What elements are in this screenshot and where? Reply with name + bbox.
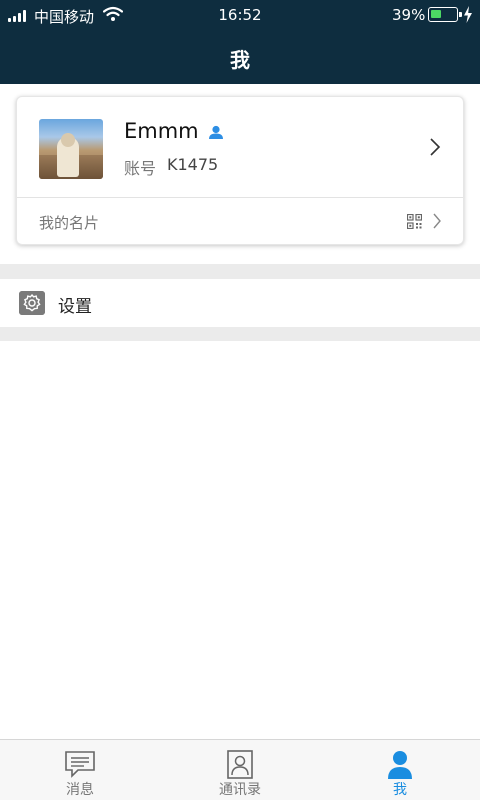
status-bar: 中国移动 16:52 39% (0, 0, 480, 32)
section-separator (0, 264, 480, 279)
tab-contacts-label: 通讯录 (219, 782, 261, 798)
top-bar: 中国移动 16:52 39% 我 (0, 0, 480, 84)
card-divider (17, 197, 463, 198)
tab-messages-label: 消息 (66, 782, 94, 798)
tab-messages[interactable]: 消息 (0, 740, 160, 800)
contacts-icon (227, 750, 253, 779)
qr-code-icon[interactable] (407, 214, 422, 229)
tab-me[interactable]: 我 (320, 740, 480, 800)
section-separator (0, 327, 480, 341)
page-title: 我 (230, 48, 250, 72)
gear-icon (19, 291, 45, 315)
tab-contacts[interactable]: 通讯录 (160, 740, 320, 800)
settings-label: 设置 (58, 297, 92, 317)
user-name: Emmm (124, 119, 199, 143)
chevron-right-small-icon[interactable] (432, 212, 442, 230)
settings-row[interactable]: 设置 (0, 279, 480, 327)
account-label: 账号 (124, 159, 157, 178)
person-icon (388, 751, 412, 779)
battery-percent: 39% (392, 6, 426, 24)
battery-fill (431, 10, 441, 18)
avatar[interactable] (39, 119, 103, 179)
profile-card[interactable]: Emmm 账号 K1475 我的名片 (16, 96, 464, 245)
tab-bar: 消息 通讯录 我 (0, 739, 480, 800)
chevron-right-icon[interactable] (429, 137, 441, 157)
verified-person-icon (209, 125, 223, 139)
message-icon (65, 751, 95, 778)
my-card-link[interactable]: 我的名片 (39, 212, 99, 233)
tab-me-label: 我 (393, 782, 407, 798)
account-value: K1475 (167, 155, 219, 174)
battery-icon (428, 7, 462, 22)
charging-bolt-icon (464, 6, 472, 23)
